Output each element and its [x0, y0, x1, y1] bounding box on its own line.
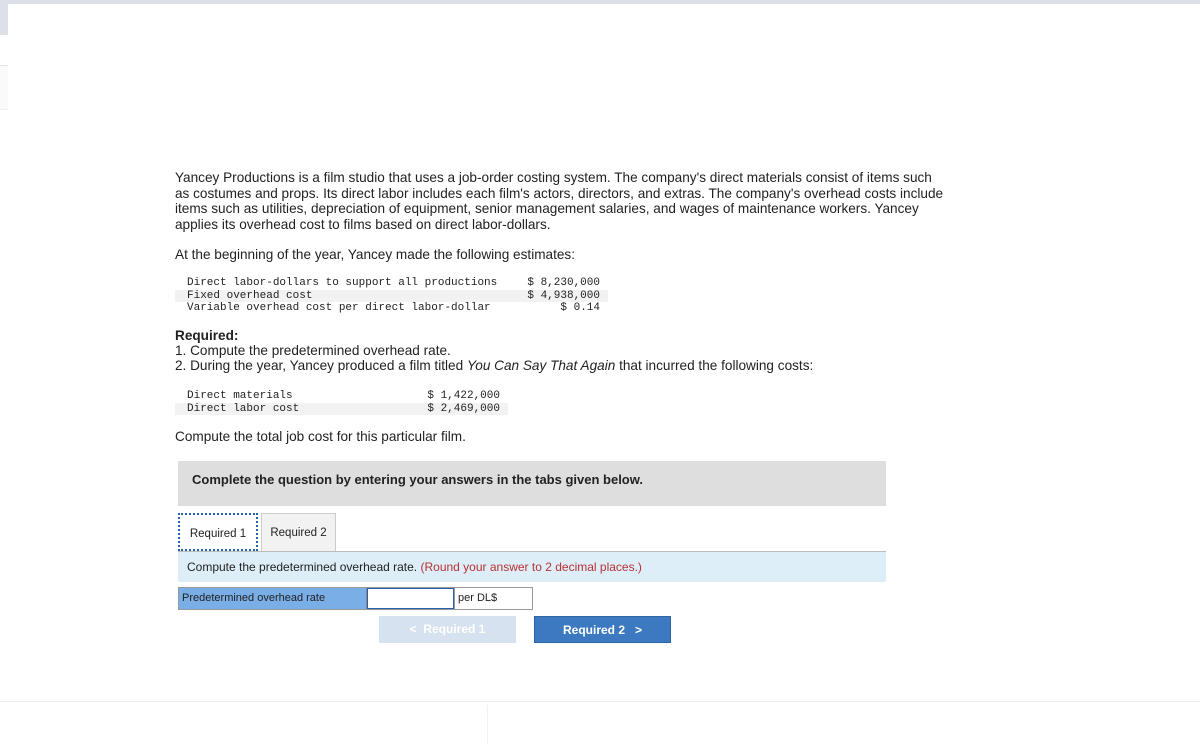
- cost-label: Direct materials: [187, 390, 293, 402]
- table-row: Direct labor cost $ 2,469,000: [175, 402, 508, 415]
- left-edge-box: [0, 65, 8, 110]
- table-row: Variable overhead cost per direct labor-…: [175, 302, 608, 315]
- estimate-value: $ 0.14: [560, 302, 600, 314]
- table-row: Fixed overhead cost $ 4,938,000: [175, 289, 608, 302]
- prev-label: Required 1: [423, 622, 486, 636]
- requirement-1: 1. Compute the predetermined overhead ra…: [175, 343, 451, 358]
- overhead-rate-input[interactable]: [367, 588, 454, 609]
- question-text: Compute the predetermined overhead rate.: [187, 560, 418, 574]
- costs-table: Direct materials $ 1,422,000 Direct labor…: [175, 390, 508, 415]
- left-edge-panel: [0, 0, 8, 35]
- estimate-label: Direct labor-dollars to support all prod…: [187, 277, 498, 289]
- estimates-table: Direct labor-dollars to support all prod…: [175, 277, 608, 315]
- answer-row: Predetermined overhead rate per DL$: [178, 587, 533, 610]
- cost-value: $ 1,422,000: [427, 390, 500, 402]
- table-row: Direct materials $ 1,422,000: [175, 390, 508, 403]
- closing-text: Compute the total job cost for this part…: [175, 429, 466, 444]
- prev-required-1-button[interactable]: < Required 1: [379, 616, 516, 643]
- cost-value: $ 2,469,000: [365, 402, 508, 415]
- answer-label: Predetermined overhead rate: [179, 588, 367, 609]
- chevron-right-icon: >: [625, 623, 643, 637]
- rounding-note: (Round your answer to 2 decimal places.): [420, 560, 642, 574]
- estimates-intro: At the beginning of the year, Yancey mad…: [175, 247, 576, 262]
- req2-text-end: that incurred the following costs:: [615, 358, 814, 373]
- film-title: You Can Say That Again: [466, 358, 616, 373]
- estimate-label: Variable overhead cost per direct labor-…: [187, 302, 491, 314]
- estimate-value: $ 8,230,000: [527, 277, 600, 289]
- question-box: Compute the predetermined overhead rate.…: [178, 552, 886, 582]
- chevron-left-icon: <: [409, 622, 424, 636]
- footer-divider: [0, 701, 1200, 702]
- next-label: Required 2: [562, 623, 625, 637]
- answer-unit: per DL$: [454, 588, 532, 609]
- requirement-2: 2. During the year, Yancey produced a fi…: [175, 358, 1075, 374]
- footer-column-divider: [487, 705, 488, 745]
- table-row: Direct labor-dollars to support all prod…: [175, 277, 608, 290]
- problem-intro: Yancey Productions is a film studio that…: [175, 170, 944, 232]
- top-bar: [0, 0, 1200, 4]
- cost-label: Direct labor cost: [175, 402, 366, 415]
- required-heading: Required:: [175, 328, 239, 343]
- tab-required-1[interactable]: Required 1: [178, 513, 258, 551]
- tab-required-2[interactable]: Required 2: [261, 513, 336, 551]
- estimate-value: $ 4,938,000: [511, 289, 608, 302]
- next-required-2-button[interactable]: Required 2 >: [534, 616, 671, 643]
- instructions-banner: Complete the question by entering your a…: [178, 461, 886, 506]
- req2-text: 2. During the year, Yancey produced a fi…: [175, 358, 467, 373]
- estimate-label: Fixed overhead cost: [175, 289, 512, 302]
